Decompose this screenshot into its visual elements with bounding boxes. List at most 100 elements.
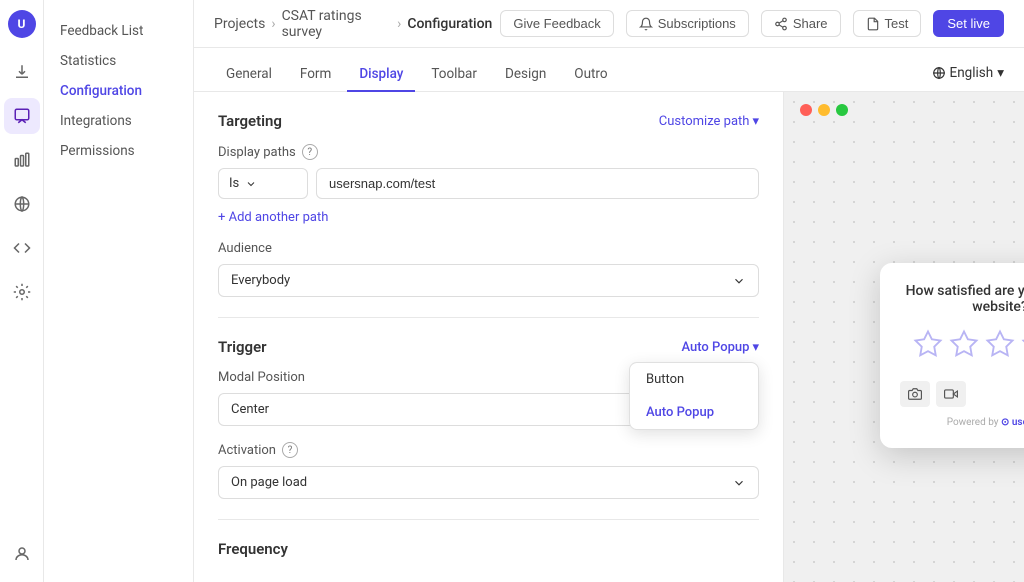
test-label: Test — [885, 16, 909, 31]
browser-traffic-lights — [800, 104, 848, 116]
tabs: General Form Display Toolbar Design Outr… — [214, 58, 620, 91]
header-actions: Give Feedback Subscriptions Share Test S… — [500, 10, 1004, 37]
activation-help-icon[interactable]: ? — [282, 442, 298, 458]
path-row: Is — [218, 168, 759, 199]
chevron-down-icon — [245, 178, 257, 190]
tab-general[interactable]: General — [214, 58, 284, 92]
chevron-down-icon: ▾ — [752, 340, 759, 355]
tab-bar: General Form Display Toolbar Design Outr… — [194, 48, 1024, 92]
path-condition-label: Is — [229, 176, 239, 191]
sidebar-item-permissions[interactable]: Permissions — [44, 136, 193, 166]
nav-settings[interactable] — [4, 274, 40, 310]
set-live-label: Set live — [947, 16, 990, 31]
modal-position-value: Center — [231, 402, 269, 417]
test-icon — [866, 17, 880, 31]
page-header: Projects › CSAT ratings survey › Configu… — [194, 0, 1024, 48]
audience-value: Everybody — [231, 273, 290, 288]
tab-outro[interactable]: Outro — [562, 58, 619, 92]
breadcrumb: Projects › CSAT ratings survey › Configu… — [214, 8, 492, 40]
trigger-dropdown: Button Auto Popup — [629, 362, 759, 430]
subscriptions-button[interactable]: Subscriptions — [626, 10, 749, 37]
breadcrumb-sep2: › — [397, 16, 401, 32]
nav-user-avatar[interactable] — [4, 536, 40, 572]
video-icon — [944, 387, 958, 401]
widget-question: How satisfied are you with our website? — [900, 283, 1024, 315]
form-panel: Targeting Customize path ▾ Display paths… — [194, 92, 784, 582]
give-feedback-button[interactable]: Give Feedback — [500, 10, 613, 37]
share-label: Share — [793, 16, 828, 31]
activation-value: On page load — [231, 475, 307, 490]
tab-form[interactable]: Form — [288, 58, 343, 92]
share-button[interactable]: Share — [761, 10, 841, 37]
language-selector[interactable]: English ▾ — [932, 65, 1004, 91]
widget-popup: ✕ How satisfied are you with our website… — [880, 263, 1024, 448]
path-condition-select[interactable]: Is — [218, 168, 308, 199]
preview-panel: ✕ How satisfied are you with our website… — [784, 92, 1024, 582]
give-feedback-label: Give Feedback — [513, 16, 600, 31]
audience-select[interactable]: Everybody — [218, 264, 759, 297]
powered-by: Powered by ⊙ usersnap — [900, 417, 1024, 428]
trigger-type-button[interactable]: Auto Popup ▾ — [681, 340, 759, 355]
set-live-button[interactable]: Set live — [933, 10, 1004, 37]
video-button[interactable] — [936, 381, 966, 407]
tab-toolbar[interactable]: Toolbar — [419, 58, 489, 92]
traffic-light-red — [800, 104, 812, 116]
activation-select[interactable]: On page load — [218, 466, 759, 499]
nav-sidebar: Feedback List Statistics Configuration I… — [44, 0, 194, 582]
breadcrumb-survey[interactable]: CSAT ratings survey — [282, 8, 392, 40]
traffic-light-yellow — [818, 104, 830, 116]
star-1[interactable] — [913, 329, 943, 366]
nav-download[interactable] — [4, 54, 40, 90]
path-input[interactable] — [316, 168, 759, 199]
display-paths-label: Display paths ? — [218, 144, 759, 160]
traffic-light-green — [836, 104, 848, 116]
action-icons — [900, 381, 966, 407]
icon-sidebar: U — [0, 0, 44, 582]
add-path-label: + Add another path — [218, 210, 328, 225]
section-divider — [218, 317, 759, 318]
language-label: English — [950, 65, 994, 81]
breadcrumb-projects[interactable]: Projects — [214, 16, 265, 32]
sidebar-item-statistics[interactable]: Statistics — [44, 46, 193, 76]
sidebar-item-integrations[interactable]: Integrations — [44, 106, 193, 136]
stars-row — [900, 329, 1024, 366]
chevron-down-icon — [732, 274, 746, 288]
share-icon — [774, 17, 788, 31]
subscriptions-label: Subscriptions — [658, 16, 736, 31]
sidebar-item-configuration[interactable]: Configuration — [44, 76, 193, 106]
camera-icon — [908, 387, 922, 401]
frequency-title: Frequency — [218, 540, 759, 558]
star-2[interactable] — [949, 329, 979, 366]
trigger-title: Trigger — [218, 338, 267, 356]
main-content: Projects › CSAT ratings survey › Configu… — [194, 0, 1024, 582]
test-button[interactable]: Test — [853, 10, 922, 37]
globe-icon — [932, 66, 946, 80]
display-paths-help-icon[interactable]: ? — [302, 144, 318, 160]
nav-code[interactable] — [4, 230, 40, 266]
chevron-down-icon: ▾ — [752, 114, 759, 129]
audience-label: Audience — [218, 241, 759, 256]
breadcrumb-sep1: › — [271, 16, 275, 32]
preview-background: ✕ How satisfied are you with our website… — [784, 92, 1024, 582]
tab-display[interactable]: Display — [347, 58, 415, 92]
tab-design[interactable]: Design — [493, 58, 558, 92]
targeting-title: Targeting — [218, 112, 282, 130]
chevron-down-icon: ▾ — [997, 65, 1004, 81]
widget-actions: Send — [900, 380, 1024, 407]
customize-path-link[interactable]: Customize path ▾ — [659, 114, 759, 129]
app-logo[interactable]: U — [8, 10, 36, 38]
customize-path-label: Customize path — [659, 114, 750, 129]
add-path-link[interactable]: + Add another path — [218, 210, 328, 225]
content-area: Targeting Customize path ▾ Display paths… — [194, 92, 1024, 582]
dropdown-item-auto-popup[interactable]: Auto Popup — [630, 396, 758, 429]
nav-stats[interactable] — [4, 142, 40, 178]
nav-globe[interactable] — [4, 186, 40, 222]
brand-logo: ⊙ usersnap — [1001, 417, 1024, 428]
dropdown-item-button[interactable]: Button — [630, 363, 758, 396]
star-3[interactable] — [985, 329, 1015, 366]
targeting-section-header: Targeting Customize path ▾ — [218, 112, 759, 130]
sidebar-item-feedback-list[interactable]: Feedback List — [44, 16, 193, 46]
chevron-down-icon — [732, 476, 746, 490]
camera-button[interactable] — [900, 381, 930, 407]
nav-feedback[interactable] — [4, 98, 40, 134]
